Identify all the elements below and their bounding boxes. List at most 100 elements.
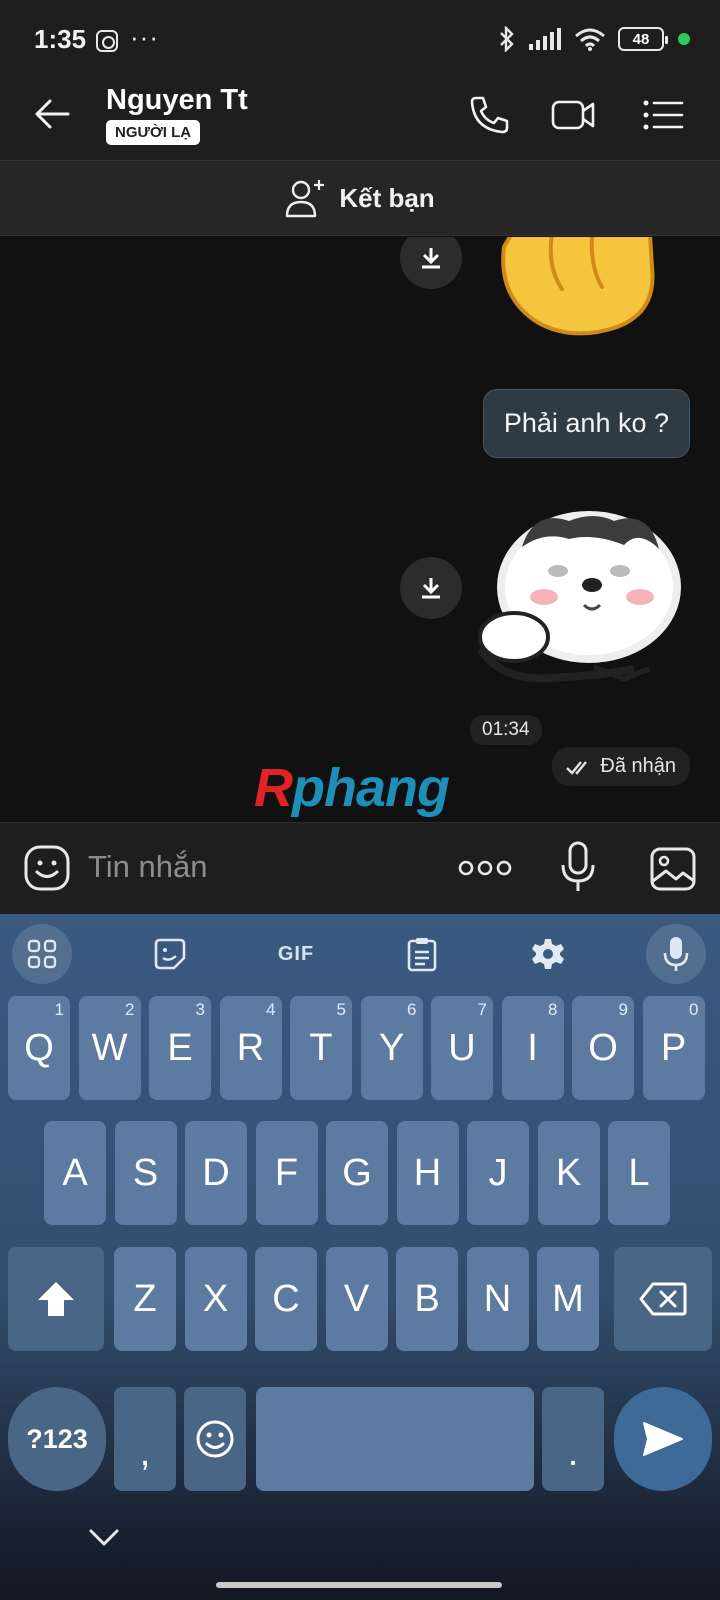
message-input[interactable]: Tin nhắn [88,849,208,885]
key-r[interactable]: 4R [219,996,282,1100]
gif-label: GIF [277,942,315,965]
chat-header: Nguyen Tt NGƯỜI LẠ [0,72,720,160]
shift-key[interactable] [8,1247,104,1351]
husky-dog-sticker[interactable] [474,507,684,691]
bluetooth-icon [500,26,514,52]
key-f[interactable]: F [255,1121,318,1225]
video-call-icon[interactable] [550,92,596,138]
wifi-icon [575,28,605,51]
key-q[interactable]: 1Q [8,996,70,1100]
add-friend-button[interactable]: Kết bạn [0,160,720,236]
apps-grid-icon [27,939,57,969]
emoji-sticker-icon[interactable] [24,845,70,891]
key-h[interactable]: H [396,1121,459,1225]
double-check-icon [566,760,588,775]
emoji-icon [196,1420,234,1458]
keyboard-settings-button[interactable] [518,924,578,984]
key-number-hint: 9 [618,1000,628,1019]
key-d[interactable]: D [185,1121,247,1225]
send-key[interactable] [614,1387,712,1491]
key-label: T [309,1026,333,1069]
key-number-hint: 6 [407,1000,417,1019]
key-t[interactable]: 5T [290,996,352,1100]
watermark-logo: Rphang [254,758,450,818]
gif-button[interactable]: GIF [266,924,326,984]
key-number-hint: 2 [125,1000,135,1019]
key-label: Q [24,1026,54,1069]
voice-input-icon [663,937,689,971]
key-g[interactable]: G [326,1121,388,1225]
key-number-hint: 8 [548,1000,558,1019]
image-gallery-icon[interactable] [650,847,696,891]
key-i[interactable]: 8I [501,996,564,1100]
voice-input-button[interactable] [646,924,706,984]
period-key[interactable]: . [542,1387,604,1491]
key-n[interactable]: N [466,1247,529,1351]
clipboard-icon [407,938,437,972]
gesture-navigation-bar[interactable] [216,1582,502,1588]
key-label: R [236,1026,265,1069]
key-m[interactable]: M [537,1247,599,1351]
delivery-status-label: Đã nhận [600,755,676,777]
download-icon [422,578,440,599]
message-list[interactable]: Phải anh ko ? 01:34 Đã nhận Rphang [0,237,720,822]
hide-keyboard-chevron-icon[interactable] [88,1528,120,1548]
key-number-hint: 0 [689,1000,699,1019]
key-u[interactable]: 7U [431,996,493,1100]
key-y[interactable]: 6Y [360,996,423,1100]
key-label: E [167,1026,193,1069]
key-number-hint: 7 [477,1000,487,1019]
sticker-icon [154,938,186,970]
key-p[interactable]: 0P [642,996,705,1100]
more-options-icon[interactable] [458,857,512,879]
key-k[interactable]: K [537,1121,600,1225]
key-a[interactable]: A [44,1121,106,1225]
contact-name[interactable]: Nguyen Tt [106,84,248,117]
key-j[interactable]: J [467,1121,529,1225]
backspace-key[interactable] [614,1247,712,1351]
backspace-icon [639,1282,687,1316]
key-number-hint: 1 [54,1000,64,1019]
privacy-indicator-dot [678,33,690,45]
comma-key[interactable]: , [114,1387,176,1491]
download-button[interactable] [400,237,462,289]
message-bubble-text[interactable]: Phải anh ko ? [482,389,690,458]
message-input-bar: Tin nhắn [0,822,720,914]
status-time: 1:35 [34,24,87,54]
waving-hand-sticker[interactable] [492,237,662,342]
shift-icon [38,1282,74,1316]
key-w[interactable]: 2W [78,996,141,1100]
clipboard-button[interactable] [392,924,452,984]
signal-icon [529,28,561,50]
key-label: O [588,1026,618,1069]
emoji-key[interactable] [184,1387,246,1491]
key-z[interactable]: Z [114,1247,176,1351]
send-icon [643,1422,683,1456]
space-key[interactable] [256,1387,534,1491]
on-screen-keyboard: GIF 1Q2W3E4R5T6Y7U8I9O0P ASDFGHJKL ZXCVB… [0,914,720,1600]
key-label: U [448,1026,476,1069]
key-label: P [660,1026,687,1069]
phone-call-icon[interactable] [466,92,512,138]
microphone-icon[interactable] [560,841,596,893]
key-l[interactable]: L [608,1121,670,1225]
download-button[interactable] [400,557,462,619]
key-label: Y [378,1026,405,1069]
symbols-key[interactable]: ?123 [8,1387,106,1491]
menu-list-icon[interactable] [640,92,686,138]
key-number-hint: 4 [266,1000,276,1019]
key-x[interactable]: X [184,1247,247,1351]
key-e[interactable]: 3E [149,996,211,1100]
key-v[interactable]: V [325,1247,388,1351]
stranger-badge: NGƯỜI LẠ [106,120,201,145]
add-friend-label: Kết bạn [339,182,435,213]
apps-grid-button[interactable] [12,924,72,984]
back-arrow-icon[interactable] [32,94,72,134]
battery-icon: 48 [618,27,668,51]
instagram-icon [96,30,118,52]
key-s[interactable]: S [114,1121,177,1225]
key-o[interactable]: 9O [572,996,634,1100]
key-c[interactable]: C [255,1247,317,1351]
key-b[interactable]: B [396,1247,458,1351]
sticker-button[interactable] [140,924,200,984]
